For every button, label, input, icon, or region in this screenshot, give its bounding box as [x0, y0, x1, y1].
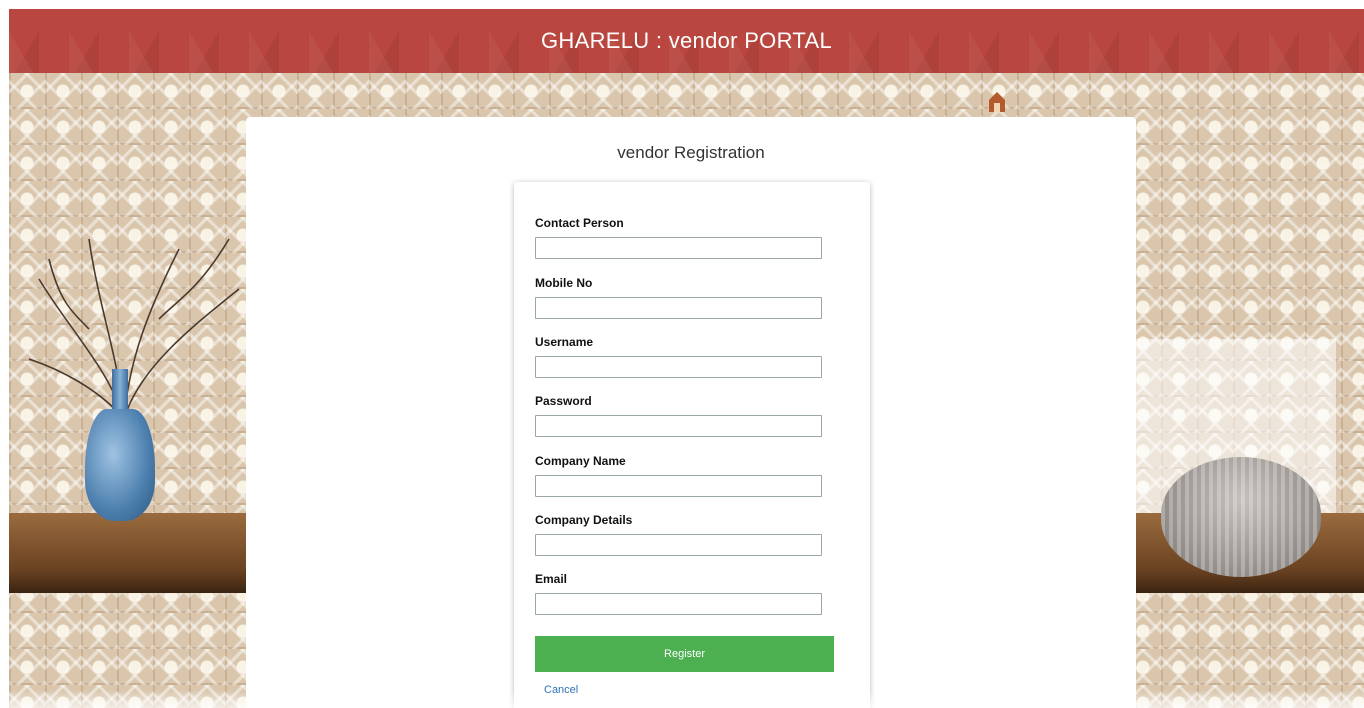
company-name-field: Company Name [535, 454, 835, 497]
password-input[interactable] [535, 415, 822, 437]
contact-person-input[interactable] [535, 237, 822, 259]
username-label: Username [535, 335, 594, 349]
company-name-label: Company Name [535, 454, 626, 468]
page-title: vendor Registration [617, 143, 765, 162]
top-strip [0, 0, 1364, 9]
cancel-link[interactable]: Cancel [544, 684, 578, 696]
page-frame: GHARELU : vendor PORTAL vendor Registrat… [9, 9, 1364, 708]
mobile-no-label: Mobile No [535, 276, 593, 290]
email-field: Email [535, 572, 835, 615]
pouf-decoration [1161, 457, 1321, 577]
header-bar: GHARELU : vendor PORTAL [9, 9, 1364, 74]
company-name-input[interactable] [535, 475, 822, 497]
password-label: Password [535, 394, 592, 408]
mobile-no-field: Mobile No [535, 276, 835, 319]
home-icon[interactable] [988, 91, 1006, 113]
email-label: Email [535, 572, 568, 586]
username-field: Username [535, 335, 835, 378]
company-details-input[interactable] [535, 534, 822, 556]
registration-form: Contact Person Mobile No Username Passwo… [514, 182, 870, 708]
background-shelf-left [9, 513, 246, 593]
branches-decoration [29, 238, 240, 419]
contact-person-field: Contact Person [535, 216, 835, 259]
mobile-no-input[interactable] [535, 297, 822, 319]
company-details-label: Company Details [535, 513, 633, 527]
password-field: Password [535, 394, 835, 437]
vase-decoration [85, 409, 155, 521]
register-button[interactable]: Register [535, 636, 834, 672]
contact-person-label: Contact Person [535, 216, 624, 230]
email-input[interactable] [535, 593, 822, 615]
company-details-field: Company Details [535, 513, 835, 556]
portal-title: GHARELU : vendor PORTAL [541, 28, 832, 53]
username-input[interactable] [535, 356, 822, 378]
